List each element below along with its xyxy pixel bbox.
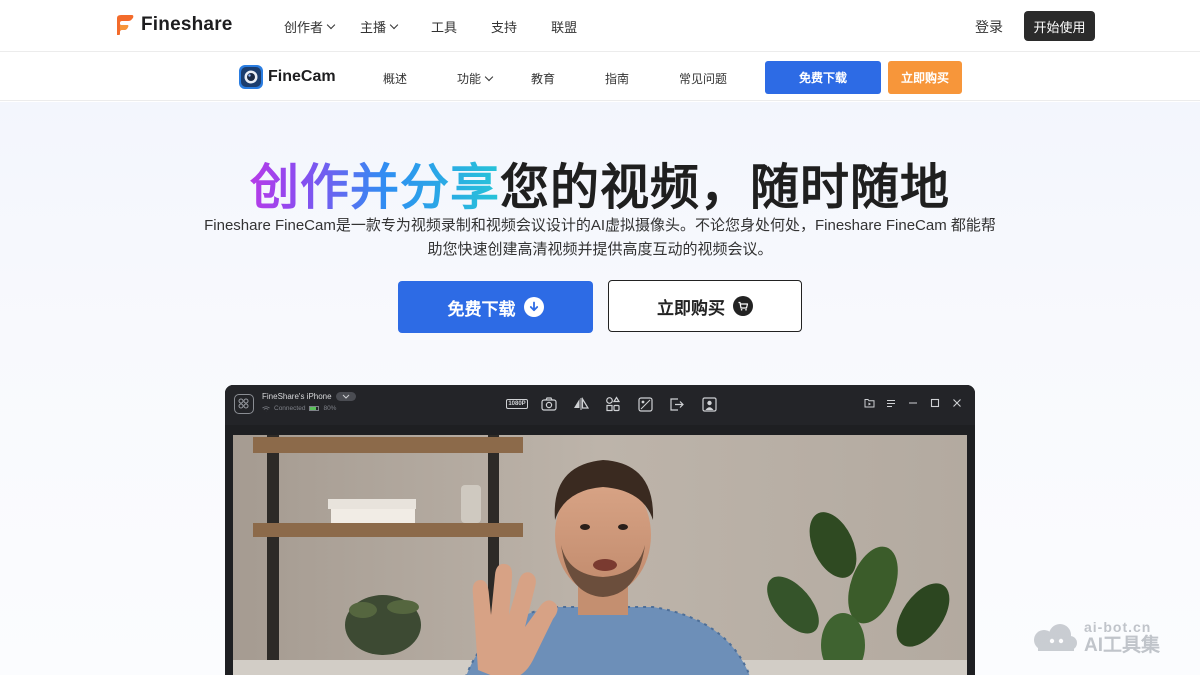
maximize-icon[interactable] xyxy=(929,397,941,409)
top-menu-affiliate[interactable]: 联盟 xyxy=(551,17,577,36)
folder-icon[interactable] xyxy=(863,397,875,409)
headline-rest: 您的视频，随时随地 xyxy=(500,161,951,215)
minimize-icon[interactable] xyxy=(907,397,919,409)
menu-label: 指南 xyxy=(605,72,630,86)
device-icon[interactable] xyxy=(234,394,254,414)
app-toolbar: 1080P xyxy=(506,395,719,413)
portrait-icon[interactable] xyxy=(699,395,719,413)
chevron-down-icon xyxy=(389,20,399,29)
resolution-icon[interactable]: 1080P xyxy=(506,395,528,413)
top-menu-support[interactable]: 支持 xyxy=(491,17,517,36)
menu-label: 创作者 xyxy=(284,19,324,35)
device-status: Connected 80% xyxy=(262,405,336,412)
window-controls xyxy=(863,397,963,409)
watermark: ai-bot.cn AI工具集 xyxy=(1030,620,1160,655)
product-menu-overview[interactable]: 概述 xyxy=(383,70,407,87)
buy-label: 立即购买 xyxy=(657,298,725,318)
product-menu-guide[interactable]: 指南 xyxy=(605,70,629,87)
menu-label: 概述 xyxy=(383,72,408,86)
device-name: FineShare's iPhone xyxy=(262,392,332,401)
menu-label: 工具 xyxy=(431,19,458,35)
menu-label: 主播 xyxy=(360,19,387,35)
effects-icon[interactable] xyxy=(603,395,623,413)
subnav-buy-button[interactable]: 立即购买 xyxy=(888,61,962,94)
fineshare-logo-icon xyxy=(117,15,134,35)
webcam-scene-image xyxy=(233,435,967,675)
wifi-icon xyxy=(262,405,270,412)
brand-name: Fineshare xyxy=(141,14,233,35)
finecam-app-window: FineShare's iPhone Connected 80% 1080P xyxy=(225,385,975,675)
login-link[interactable]: 登录 xyxy=(975,17,1003,37)
menu-icon[interactable] xyxy=(885,397,897,409)
watermark-text: ai-bot.cn AI工具集 xyxy=(1084,620,1160,655)
menu-label: 功能 xyxy=(457,72,482,86)
watermark-domain: ai-bot.cn xyxy=(1084,619,1152,635)
device-selector[interactable]: FineShare's iPhone xyxy=(262,392,356,401)
product-menu-education[interactable]: 教育 xyxy=(531,70,555,87)
top-menu: 创作者 主播 工具 支持 联盟 xyxy=(284,0,603,52)
menu-label: 支持 xyxy=(491,19,518,35)
brand-logo-link[interactable]: Fineshare xyxy=(113,14,233,36)
connection-status: Connected xyxy=(274,405,306,412)
product-menu-faq[interactable]: 常见问题 xyxy=(679,70,727,87)
download-label: 免费下载 xyxy=(447,299,516,319)
product-menu-features[interactable]: 功能 xyxy=(457,70,494,87)
top-navigation: Fineshare 创作者 主播 工具 支持 联盟 登录 开始使用 xyxy=(0,0,1200,52)
headline-highlight: 创作并分享 xyxy=(249,161,500,215)
menu-label: 联盟 xyxy=(551,19,578,35)
background-icon[interactable] xyxy=(635,395,655,413)
hero-section: 创作并分享您的视频，随时随地 Fineshare FineCam是一款专为视频录… xyxy=(0,102,1200,675)
menu-label: 教育 xyxy=(531,72,556,86)
battery-level: 80% xyxy=(323,405,337,412)
product-logo-link[interactable]: FineCam xyxy=(238,64,336,90)
video-preview xyxy=(233,435,967,675)
cart-icon xyxy=(733,296,753,316)
top-menu-streamers[interactable]: 主播 xyxy=(360,17,399,36)
app-titlebar: FineShare's iPhone Connected 80% 1080P xyxy=(225,385,975,425)
chevron-down-icon xyxy=(484,72,494,82)
hero-headline: 创作并分享您的视频，随时随地 xyxy=(0,148,1200,219)
battery-icon xyxy=(309,406,320,411)
product-name: FineCam xyxy=(268,68,336,85)
hero-download-button[interactable]: 免费下载 xyxy=(398,281,593,333)
camera-icon[interactable] xyxy=(539,395,559,413)
subnav-download-button[interactable]: 免费下载 xyxy=(765,61,881,94)
finecam-logo-icon xyxy=(239,65,263,89)
hero-buy-button[interactable]: 立即购买 xyxy=(608,280,802,332)
watermark-logo-icon xyxy=(1034,623,1077,651)
download-arrow-icon xyxy=(523,297,544,317)
close-icon[interactable] xyxy=(951,397,963,409)
menu-label: 常见问题 xyxy=(679,72,728,86)
top-menu-creators[interactable]: 创作者 xyxy=(284,17,336,36)
watermark-name: AI工具集 xyxy=(1084,635,1161,656)
exit-icon[interactable] xyxy=(667,395,687,413)
hero-description: Fineshare FineCam是一款专为视频录制和视频会议设计的AI虚拟摄像… xyxy=(204,217,996,258)
product-navigation: FineCam 概述 功能 教育 指南 常见问题 免费下载 立即购买 xyxy=(0,53,1200,101)
get-started-button[interactable]: 开始使用 xyxy=(1024,11,1095,41)
mirror-icon[interactable] xyxy=(571,395,591,413)
top-menu-tools[interactable]: 工具 xyxy=(431,17,457,36)
chevron-down-icon xyxy=(326,20,336,29)
chevron-down-icon xyxy=(335,392,356,401)
resolution-badge: 1080P xyxy=(506,399,528,409)
